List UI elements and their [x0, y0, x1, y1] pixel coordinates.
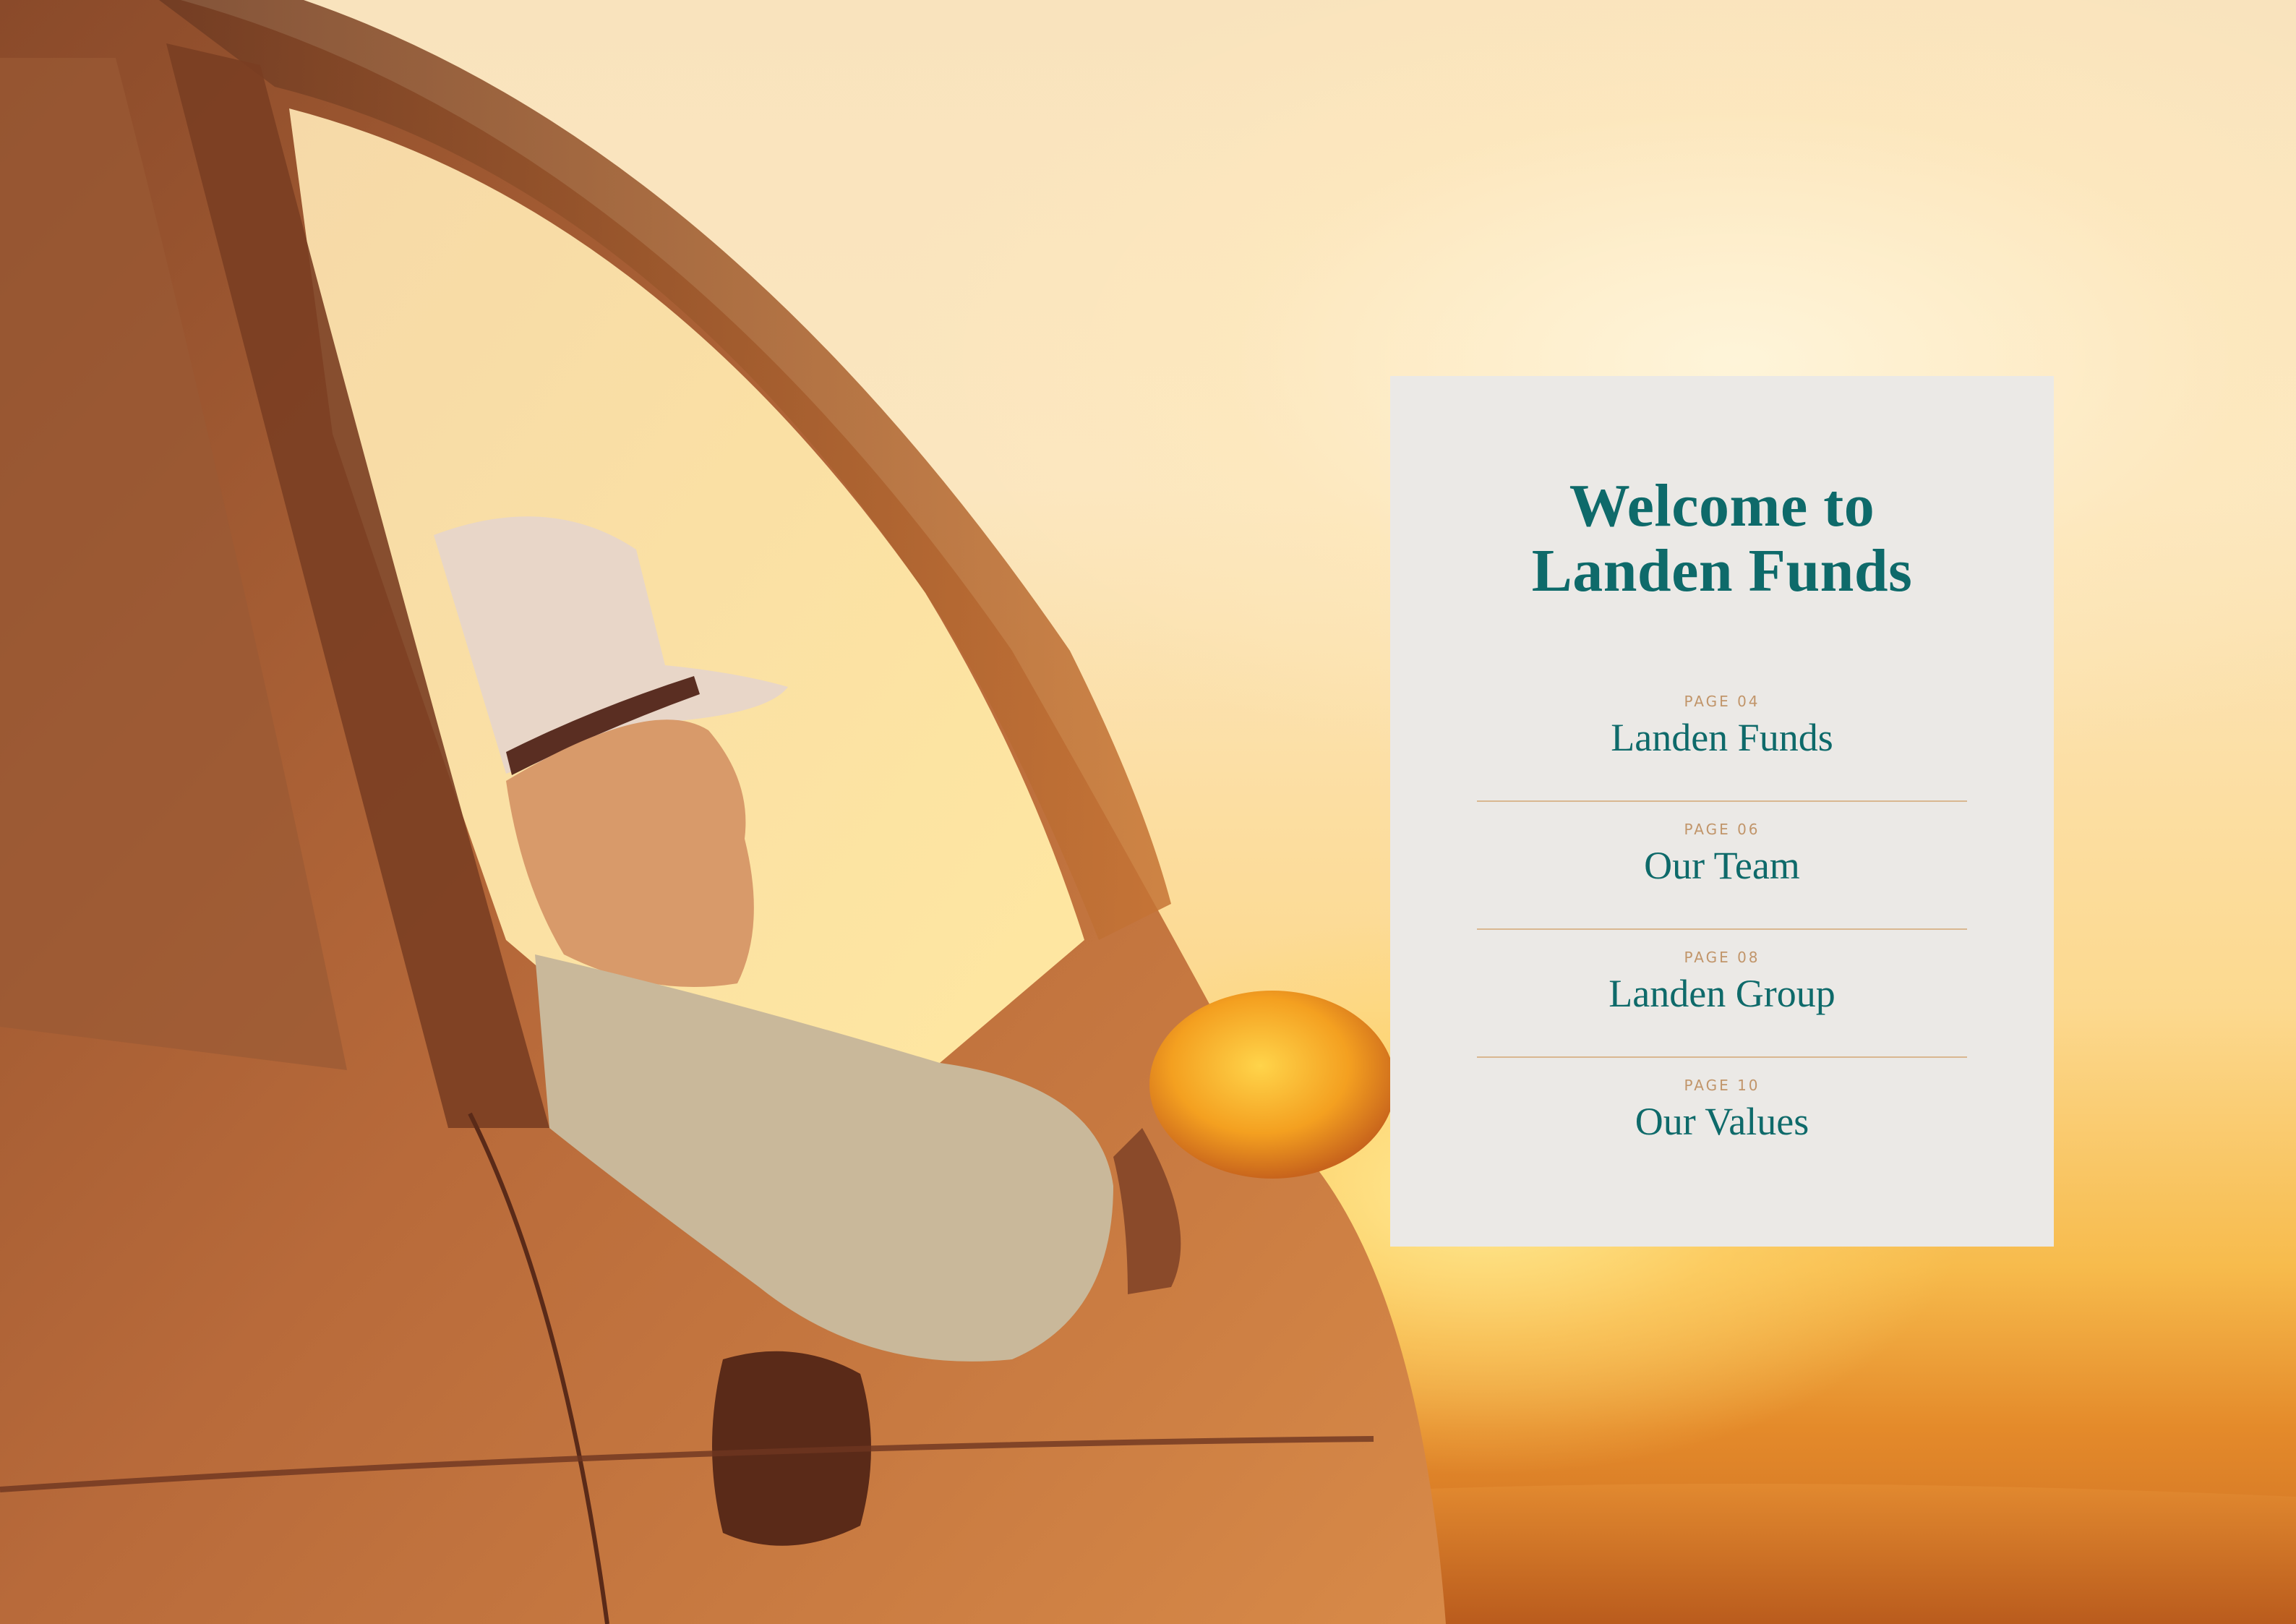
toc-item-our-values[interactable]: PAGE 10 Our Values — [1477, 1058, 1967, 1186]
toc-section-name: Landen Group — [1609, 972, 1835, 1015]
toc-item-landen-group[interactable]: PAGE 08 Landen Group — [1477, 930, 1967, 1058]
toc-item-our-team[interactable]: PAGE 06 Our Team — [1477, 802, 1967, 930]
toc-section-name: Landen Funds — [1611, 716, 1833, 759]
toc-page-number: PAGE 08 — [1684, 949, 1760, 966]
toc-page-number: PAGE 06 — [1684, 821, 1760, 838]
contents-card: Welcome to Landen Funds PAGE 04 Landen F… — [1390, 376, 2054, 1247]
toc-section-name: Our Team — [1644, 844, 1800, 887]
title-line-2: Landen Funds — [1531, 537, 1913, 604]
table-of-contents: PAGE 04 Landen Funds PAGE 06 Our Team PA… — [1477, 674, 1967, 1186]
page-title: Welcome to Landen Funds — [1390, 474, 2054, 604]
toc-section-name: Our Values — [1635, 1100, 1809, 1143]
toc-item-landen-funds[interactable]: PAGE 04 Landen Funds — [1477, 674, 1967, 802]
title-line-1: Welcome to — [1569, 472, 1875, 539]
toc-page-number: PAGE 10 — [1684, 1077, 1760, 1094]
toc-page-number: PAGE 04 — [1684, 693, 1760, 710]
